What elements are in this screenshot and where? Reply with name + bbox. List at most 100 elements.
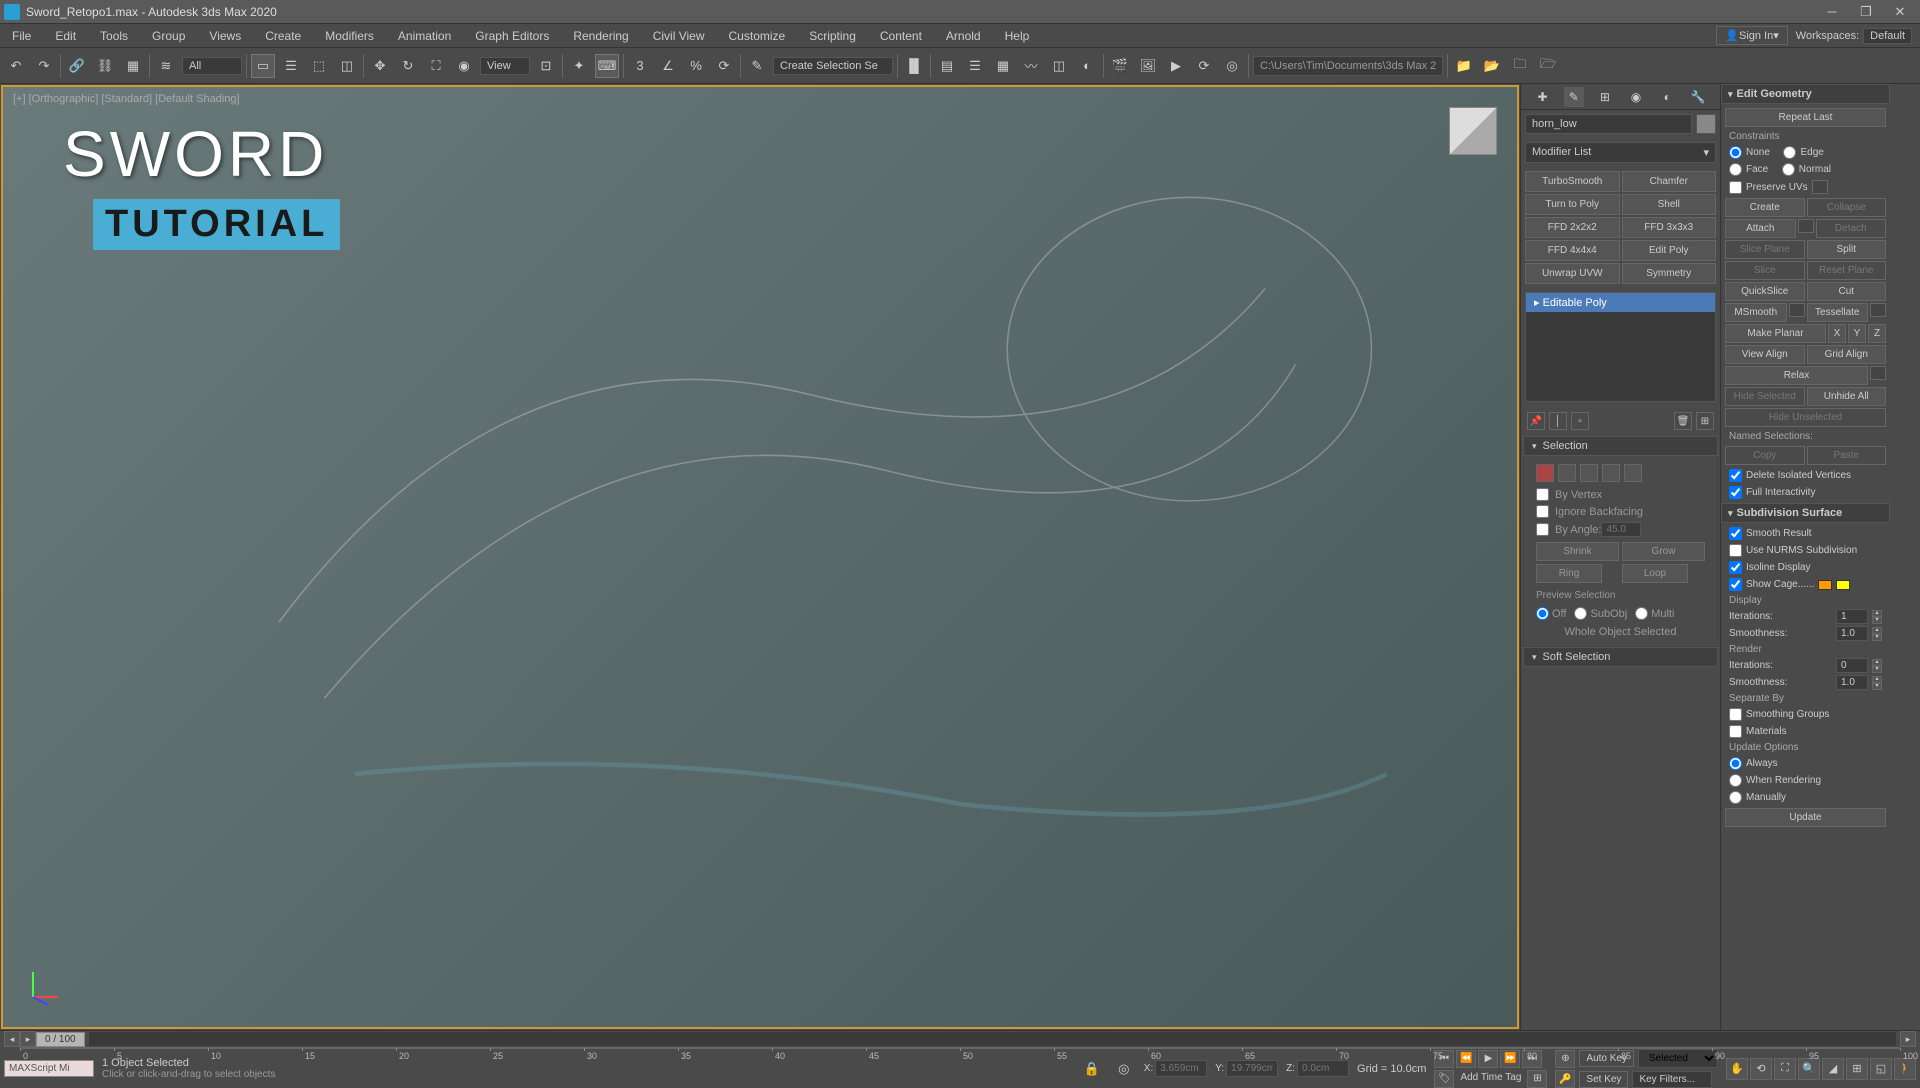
- menu-help[interactable]: Help: [993, 25, 1042, 47]
- z-coord-input[interactable]: [1297, 1060, 1349, 1077]
- preserve-settings-button[interactable]: [1812, 180, 1828, 194]
- cage-color2-swatch[interactable]: [1836, 580, 1850, 590]
- sep-smoothing-checkbox[interactable]: [1729, 708, 1742, 721]
- orbit-button[interactable]: ⟲: [1750, 1058, 1772, 1080]
- select-rect-button[interactable]: ⬚: [307, 54, 331, 78]
- render-frame-button[interactable]: 🖼: [1136, 54, 1160, 78]
- time-ruler[interactable]: 0510152025303540455055606570758085909510…: [20, 1047, 1900, 1049]
- render-smoothness-input[interactable]: [1836, 675, 1868, 690]
- render-iter-button[interactable]: ⟳: [1192, 54, 1216, 78]
- modifier-turbosmooth[interactable]: TurboSmooth: [1525, 171, 1620, 192]
- menu-group[interactable]: Group: [140, 25, 197, 47]
- constraint-edge-radio[interactable]: [1783, 146, 1796, 159]
- snap-3d-button[interactable]: 3: [628, 54, 652, 78]
- key-mode-dropdown[interactable]: Selected: [1638, 1049, 1718, 1068]
- play-button[interactable]: ▶: [1478, 1050, 1498, 1068]
- menu-file[interactable]: File: [0, 25, 43, 47]
- reset-folder-button[interactable]: 🗀: [1508, 54, 1532, 78]
- cage-color1-swatch[interactable]: [1818, 580, 1832, 590]
- split-button[interactable]: Split: [1807, 240, 1887, 259]
- cut-button[interactable]: Cut: [1807, 282, 1887, 301]
- render-state-button[interactable]: ◎: [1220, 54, 1244, 78]
- manip-button[interactable]: ✦: [567, 54, 591, 78]
- utilities-tab[interactable]: 🔧: [1688, 87, 1708, 107]
- create-tab[interactable]: ✚: [1533, 87, 1553, 107]
- keyboard-button[interactable]: ⌨: [595, 54, 619, 78]
- next-frame-button[interactable]: ⏩: [1500, 1050, 1520, 1068]
- modifier-turn-to-poly[interactable]: Turn to Poly: [1525, 194, 1620, 215]
- viewport[interactable]: [+] [Orthographic] [Standard] [Default S…: [3, 87, 1517, 1027]
- relax-button[interactable]: Relax: [1725, 366, 1868, 385]
- update-manually-radio[interactable]: [1729, 791, 1742, 804]
- modifier-list-dropdown[interactable]: Modifier List▾: [1525, 142, 1716, 163]
- modifier-unwrap-uvw[interactable]: Unwrap UVW: [1525, 263, 1620, 284]
- minimize-button[interactable]: ─: [1816, 2, 1848, 22]
- object-color-swatch[interactable]: [1696, 114, 1716, 134]
- zoom-all-button[interactable]: ⊞: [1846, 1058, 1868, 1080]
- polygon-subobj-button[interactable]: [1602, 464, 1620, 482]
- full-interactivity-checkbox[interactable]: [1729, 486, 1742, 499]
- constraint-normal-radio[interactable]: [1782, 163, 1795, 176]
- isolate-button[interactable]: ◎: [1112, 1057, 1136, 1081]
- object-name-field[interactable]: [1525, 114, 1692, 134]
- timeline-left-button[interactable]: ◂: [4, 1031, 20, 1047]
- selection-rollout-header[interactable]: Selection: [1523, 436, 1718, 456]
- timeline-expand-button[interactable]: ▸: [20, 1031, 36, 1047]
- modifier-ffd-4x4x4[interactable]: FFD 4x4x4: [1525, 240, 1620, 261]
- key-filters-button[interactable]: Key Filters...: [1632, 1071, 1712, 1088]
- unique-button[interactable]: ▫: [1571, 412, 1589, 430]
- border-subobj-button[interactable]: [1580, 464, 1598, 482]
- quickslice-button[interactable]: QuickSlice: [1725, 282, 1805, 301]
- msmooth-settings-button[interactable]: [1789, 303, 1805, 317]
- timeline-right-button[interactable]: ▸: [1900, 1031, 1916, 1047]
- set-folder-button[interactable]: 📂: [1480, 54, 1504, 78]
- select-object-button[interactable]: ▭: [251, 54, 275, 78]
- constraint-face-radio[interactable]: [1729, 163, 1742, 176]
- close-button[interactable]: ✕: [1884, 2, 1916, 22]
- max-viewport-button[interactable]: ◱: [1870, 1058, 1892, 1080]
- motion-tab[interactable]: ◉: [1626, 87, 1646, 107]
- menu-scripting[interactable]: Scripting: [797, 25, 868, 47]
- msmooth-button[interactable]: MSmooth: [1725, 303, 1787, 322]
- angle-snap-button[interactable]: ∠: [656, 54, 680, 78]
- frame-indicator[interactable]: 0 / 100: [36, 1032, 85, 1047]
- refresh-folder-button[interactable]: 🗁: [1536, 54, 1560, 78]
- menu-rendering[interactable]: Rendering: [561, 25, 640, 47]
- vertex-subobj-button[interactable]: [1536, 464, 1554, 482]
- by-vertex-checkbox[interactable]: [1536, 488, 1549, 501]
- menu-animation[interactable]: Animation: [386, 25, 463, 47]
- menu-graph-editors[interactable]: Graph Editors: [463, 25, 561, 47]
- maximize-button[interactable]: ❐: [1850, 2, 1882, 22]
- render-setup-button[interactable]: 🎬: [1108, 54, 1132, 78]
- edit-selset-button[interactable]: ✎: [745, 54, 769, 78]
- menu-customize[interactable]: Customize: [717, 25, 798, 47]
- signin-button[interactable]: 👤 Sign In ▾: [1716, 26, 1787, 45]
- render-prod-button[interactable]: ▶: [1164, 54, 1188, 78]
- viewcube[interactable]: [1449, 107, 1497, 155]
- hierarchy-tab[interactable]: ⊞: [1595, 87, 1615, 107]
- workspace-value[interactable]: Default: [1863, 28, 1912, 44]
- rotate-button[interactable]: ↻: [396, 54, 420, 78]
- align-button[interactable]: ▤: [935, 54, 959, 78]
- element-subobj-button[interactable]: [1624, 464, 1642, 482]
- pin-stack-button[interactable]: 📌: [1527, 412, 1545, 430]
- modifier-chamfer[interactable]: Chamfer: [1622, 171, 1717, 192]
- attach-settings-button[interactable]: [1798, 219, 1814, 233]
- shrink-button[interactable]: Shrink: [1536, 542, 1619, 561]
- add-time-tag[interactable]: Add Time Tag: [1456, 1070, 1525, 1088]
- show-end-button[interactable]: │: [1549, 412, 1567, 430]
- unhide-all-button[interactable]: Unhide All: [1807, 387, 1887, 406]
- menu-arnold[interactable]: Arnold: [934, 25, 993, 47]
- menu-tools[interactable]: Tools: [88, 25, 140, 47]
- layer-button[interactable]: ☰: [963, 54, 987, 78]
- menu-views[interactable]: Views: [197, 25, 253, 47]
- selection-filter[interactable]: All: [182, 57, 242, 75]
- grow-button[interactable]: Grow: [1622, 542, 1705, 561]
- modifier-ffd-3x3x3[interactable]: FFD 3x3x3: [1622, 217, 1717, 238]
- unlink-button[interactable]: ⛓: [93, 54, 117, 78]
- edge-subobj-button[interactable]: [1558, 464, 1576, 482]
- menu-civil-view[interactable]: Civil View: [641, 25, 717, 47]
- planar-z-button[interactable]: Z: [1868, 324, 1886, 343]
- display-iterations-input[interactable]: [1836, 609, 1868, 624]
- grid-align-button[interactable]: Grid Align: [1807, 345, 1887, 364]
